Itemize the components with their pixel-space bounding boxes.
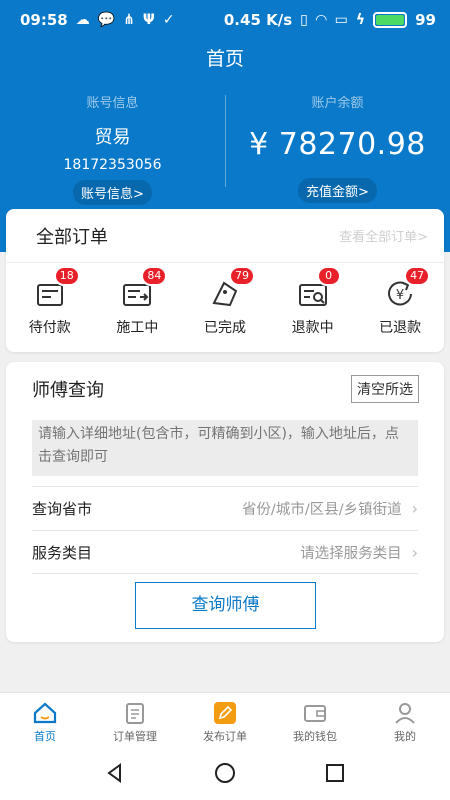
tab-mine-label: 我的 xyxy=(394,730,416,743)
in-construction-count: 84 xyxy=(141,266,168,286)
battery-icon xyxy=(373,12,408,28)
category-label: 服务类目 xyxy=(32,543,93,562)
tab-mine[interactable]: 我的 xyxy=(360,693,450,750)
weather-icon: ☁ xyxy=(75,12,90,28)
tab-publish-order-label: 发布订单 xyxy=(203,730,247,743)
query-master-button[interactable]: 查询师傅 xyxy=(135,582,316,629)
orders-title: 全部订单 xyxy=(36,226,108,248)
recents-square-icon xyxy=(326,764,344,782)
region-selector[interactable]: 查询省市 省份/城市/区县/乡镇街道 › xyxy=(32,486,418,530)
clock: 09:58 xyxy=(20,11,68,29)
refunded-count: 47 xyxy=(404,266,431,286)
charging-icon: ϟ xyxy=(355,12,366,28)
status-bar: 09:58 ☁ 💬 ⋔ Ψ ✓ 0.45 K/s ▯ ◠ ▭ ϟ 99 xyxy=(0,0,450,40)
order-status-refunded[interactable]: ¥ 47 已退款 xyxy=(356,266,444,337)
order-status-completed[interactable]: 79 已完成 xyxy=(181,266,269,337)
tab-publish-order[interactable]: 发布订单 xyxy=(180,693,270,750)
in-construction-label: 施工中 xyxy=(116,320,159,336)
system-navigation-bar xyxy=(0,750,450,800)
tab-home[interactable]: 首页 xyxy=(0,693,90,750)
account-phone: 18172353056 xyxy=(63,157,162,173)
master-search-title: 师傅查询 xyxy=(32,380,104,401)
refunding-label: 退款中 xyxy=(291,320,334,336)
wifi-icon: ◠ xyxy=(315,12,327,28)
balance-amount: ¥ 78270.98 xyxy=(249,127,426,162)
home-button[interactable] xyxy=(213,761,237,789)
message-icon: 💬 xyxy=(97,12,116,28)
battery-level: 99 xyxy=(415,11,436,29)
check-circle-icon: ✓ xyxy=(162,12,175,28)
bottom-tab-bar: 首页 订单管理 发布订单 我的钱包 我的 xyxy=(0,692,450,750)
chevron-right-icon: › xyxy=(411,542,418,562)
page-title: 首页 xyxy=(205,48,244,70)
account-info-heading: 账号信息 xyxy=(86,96,139,111)
network-speed: 0.45 K/s xyxy=(223,11,293,29)
refunding-count: 0 xyxy=(316,266,341,286)
order-status-in-construction[interactable]: 84 施工中 xyxy=(94,266,182,337)
account-info: 账号信息 贸易 18172353056 账号信息> xyxy=(0,92,225,205)
home-circle-icon xyxy=(215,763,235,783)
region-label: 查询省市 xyxy=(32,500,93,518)
clear-selection-button[interactable]: 清空所选 xyxy=(351,375,419,403)
tab-order-management-label: 订单管理 xyxy=(113,730,157,743)
svg-text:¥: ¥ xyxy=(396,288,404,303)
recents-button[interactable] xyxy=(323,761,347,789)
tab-home-label: 首页 xyxy=(34,730,56,743)
recharge-button[interactable]: 充值金额> xyxy=(298,178,377,203)
region-placeholder: 省份/城市/区县/乡镇街道 xyxy=(241,502,402,518)
pending-payment-count: 18 xyxy=(53,266,80,286)
category-placeholder: 请选择服务类目 xyxy=(300,545,402,562)
address-input[interactable] xyxy=(32,420,418,476)
clipboard-icon xyxy=(126,703,144,724)
order-status-pending-payment[interactable]: 18 待付款 xyxy=(6,266,94,337)
home-icon xyxy=(33,702,57,724)
edit-icon xyxy=(214,702,236,724)
master-search-card: 师傅查询 清空所选 查询省市 省份/城市/区县/乡镇街道 › 服务类目 请选择服… xyxy=(6,362,444,642)
tab-my-wallet-label: 我的钱包 xyxy=(293,730,337,743)
chevron-right-icon: › xyxy=(411,499,418,518)
tab-my-wallet[interactable]: 我的钱包 xyxy=(270,693,360,750)
user-icon xyxy=(395,703,415,724)
view-all-orders-link[interactable]: 查看全部订单> xyxy=(339,226,428,245)
usb-icon: Ψ xyxy=(142,12,155,28)
back-triangle-icon xyxy=(107,763,121,783)
account-info-button[interactable]: 账号信息> xyxy=(73,180,152,205)
balance-heading: 账户余额 xyxy=(311,96,364,111)
vibrate-icon: ▯ xyxy=(300,12,308,28)
account-name: 贸易 xyxy=(94,127,131,148)
completed-count: 79 xyxy=(228,266,255,286)
wallet-icon xyxy=(304,705,326,722)
category-selector[interactable]: 服务类目 请选择服务类目 › xyxy=(32,530,418,574)
refunded-label: 已退款 xyxy=(379,320,422,336)
completed-label: 已完成 xyxy=(203,320,246,336)
tab-order-management[interactable]: 订单管理 xyxy=(90,693,180,750)
back-button[interactable] xyxy=(103,761,127,789)
sim-icon: ▭ xyxy=(334,12,348,28)
orders-card: 全部订单 查看全部订单> 18 待付款 84 施工中 79 已完成 0 退款中 … xyxy=(6,209,444,352)
order-status-refunding[interactable]: 0 退款中 xyxy=(269,266,357,337)
pending-payment-label: 待付款 xyxy=(28,320,71,336)
account-balance: 账户余额 ¥ 78270.98 充值金额> xyxy=(225,92,450,203)
hotspot-icon: ⋔ xyxy=(123,12,135,28)
